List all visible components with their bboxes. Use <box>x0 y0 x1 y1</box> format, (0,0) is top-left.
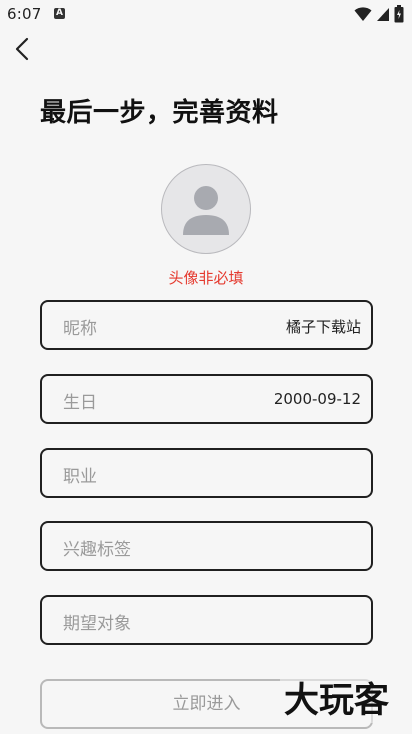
expected-partner-field[interactable]: 期望对象 <box>40 595 373 645</box>
birthday-field[interactable]: 生日 2000-09-12 <box>40 374 373 424</box>
status-time: 6:07 <box>7 5 42 23</box>
interest-tags-label: 兴趣标签 <box>63 540 131 560</box>
nickname-field[interactable]: 昵称 橘子下载站 <box>40 300 373 350</box>
battery-icon <box>394 5 404 27</box>
status-icons <box>354 5 404 27</box>
avatar-upload-button[interactable] <box>161 164 251 254</box>
signal-icon <box>376 6 390 26</box>
occupation-field[interactable]: 职业 <box>40 448 373 498</box>
nickname-label: 昵称 <box>63 319 97 339</box>
avatar-hint: 头像非必填 <box>168 269 244 287</box>
wifi-icon <box>354 6 372 26</box>
notification-icon: A <box>54 8 65 19</box>
watermark-logo: 大玩客 <box>280 679 394 723</box>
birthday-value: 2000-09-12 <box>273 390 361 408</box>
chevron-left-icon <box>15 37 29 61</box>
expected-partner-label: 期望对象 <box>63 614 131 634</box>
nickname-value: 橘子下载站 <box>285 318 361 336</box>
person-icon <box>183 186 229 235</box>
status-bar: 6:07 A <box>0 0 412 30</box>
page-title: 最后一步，完善资料 <box>40 98 279 128</box>
back-button[interactable] <box>8 34 36 64</box>
birthday-label: 生日 <box>63 393 97 413</box>
interest-tags-field[interactable]: 兴趣标签 <box>40 521 373 571</box>
occupation-label: 职业 <box>63 467 97 487</box>
